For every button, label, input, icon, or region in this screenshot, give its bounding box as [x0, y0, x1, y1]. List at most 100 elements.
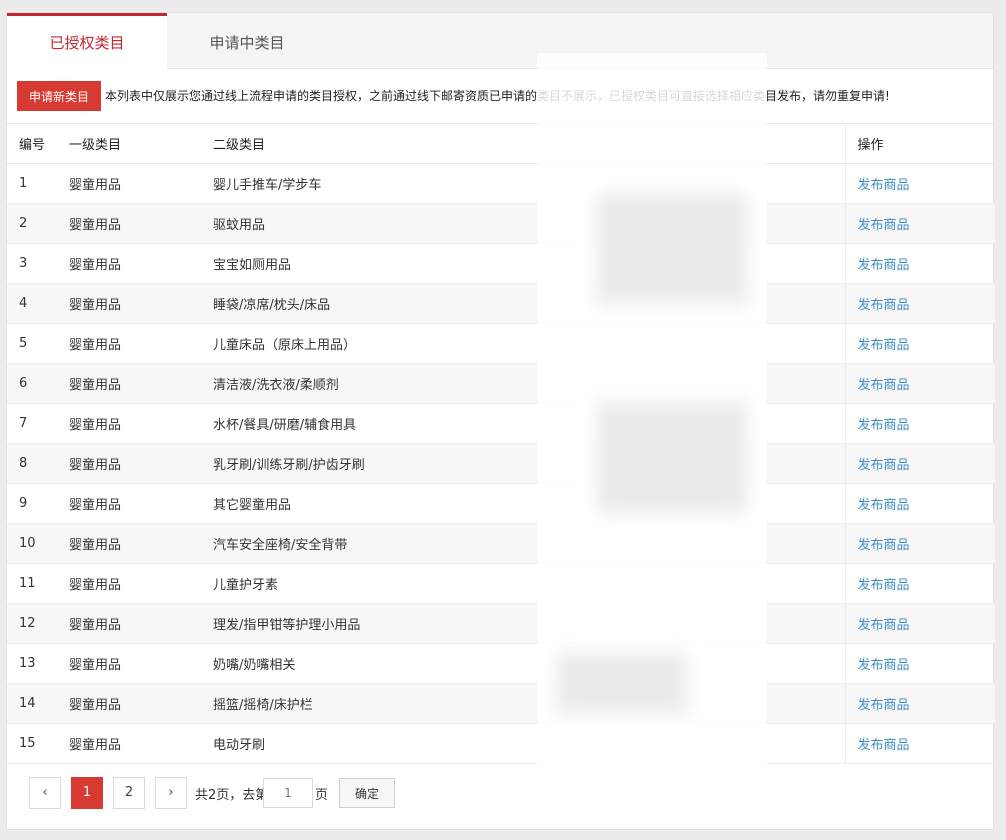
cell-level1: 婴童用品 — [69, 578, 122, 593]
table-body: 1 婴童用品 婴儿手推车/学步车 发布商品 2 婴童用品 驱蚊用品 发布商品 3 婴童用品 宝宝如厕… — [7, 163, 995, 764]
table-cell: 15 — [7, 724, 57, 764]
publish-product-link[interactable]: 发布商品 — [858, 698, 910, 713]
table-row: 8 婴童用品 乳牙刷/训练牙刷/护齿牙刷 发布商品 — [7, 443, 995, 484]
table-row: 6 婴童用品 清洁液/洗衣液/柔顺剂 发布商品 — [7, 363, 995, 404]
apply-new-category-button[interactable]: 申请新类目 — [17, 81, 101, 111]
table-cell: 婴童用品 — [57, 564, 201, 604]
table-row: 14 婴童用品 摇篮/摇椅/床护栏 发布商品 — [7, 683, 995, 724]
table-cell: 9 — [7, 484, 57, 524]
table-cell: 发布商品 — [844, 483, 995, 524]
publish-product-link[interactable]: 发布商品 — [858, 578, 910, 593]
cell-level2: 奶嘴/奶嘴相关 — [213, 658, 296, 673]
cell-level1: 婴童用品 — [69, 698, 122, 713]
tab-bar: 已授权类目 申请中类目 — [7, 13, 993, 70]
table-cell: 发布商品 — [844, 243, 995, 284]
table-cell: 婴童用品 — [57, 524, 201, 564]
header-level1: 一级类目 — [57, 123, 201, 164]
cell-level1: 婴童用品 — [69, 178, 122, 193]
table-cell: 4 — [7, 284, 57, 324]
publish-product-link[interactable]: 发布商品 — [858, 218, 910, 233]
cell-no: 2 — [19, 216, 28, 231]
publish-product-link[interactable]: 发布商品 — [858, 538, 910, 553]
publish-product-link[interactable]: 发布商品 — [858, 618, 910, 633]
header-no: 编号 — [7, 123, 57, 164]
page-button-1[interactable]: 1 — [71, 777, 103, 809]
prev-page-button[interactable]: ‹ — [29, 777, 61, 809]
publish-product-link[interactable]: 发布商品 — [858, 738, 910, 753]
table-cell: 发布商品 — [844, 163, 995, 204]
cell-level1: 婴童用品 — [69, 618, 122, 633]
cell-no: 6 — [19, 376, 28, 391]
publish-product-link[interactable]: 发布商品 — [858, 458, 910, 473]
table-row: 11 婴童用品 儿童护牙素 发布商品 — [7, 563, 995, 604]
table-cell: 婴童用品 — [57, 684, 201, 724]
publish-product-link[interactable]: 发布商品 — [858, 498, 910, 513]
table-cell: 6 — [7, 364, 57, 404]
table-cell: 婴童用品 — [57, 324, 201, 364]
table-cell: 婴童用品 — [57, 284, 201, 324]
table-cell: 2 — [7, 204, 57, 244]
cell-level1: 婴童用品 — [69, 378, 122, 393]
publish-product-link[interactable]: 发布商品 — [858, 178, 910, 193]
cell-no: 8 — [19, 456, 28, 471]
next-page-button[interactable]: › — [155, 777, 187, 809]
cell-level1: 婴童用品 — [69, 258, 122, 273]
publish-product-link[interactable]: 发布商品 — [858, 338, 910, 353]
table-cell: 5 — [7, 324, 57, 364]
cell-level2: 其它婴童用品 — [213, 498, 292, 513]
page-suffix-text: 页 — [315, 788, 329, 803]
publish-product-link[interactable]: 发布商品 — [858, 418, 910, 433]
blur-block — [597, 403, 747, 513]
table-row: 12 婴童用品 理发/指甲钳等护理小用品 发布商品 — [7, 603, 995, 644]
table-cell: 婴童用品 — [57, 604, 201, 644]
cell-level2: 清洁液/洗衣液/柔顺剂 — [213, 378, 339, 393]
total-pages-text: 共2页，去第 — [195, 788, 269, 803]
cell-level2: 摇篮/摇椅/床护栏 — [213, 698, 313, 713]
cell-no: 15 — [19, 736, 36, 751]
table-cell: 1 — [7, 164, 57, 204]
cell-level1: 婴童用品 — [69, 458, 122, 473]
tab-pending-categories[interactable]: 申请中类目 — [167, 13, 327, 69]
publish-product-link[interactable]: 发布商品 — [858, 258, 910, 273]
notice-bar: 申请新类目 本列表中仅展示您通过线上流程申请的类目授权，之前通过线下邮寄资质已申… — [17, 81, 993, 111]
cell-level2: 电动牙刷 — [213, 738, 266, 753]
table-cell: 发布商品 — [844, 323, 995, 364]
tab-authorized-categories[interactable]: 已授权类目 — [7, 13, 167, 70]
goto-page-input[interactable] — [263, 778, 313, 808]
table-cell: 婴童用品 — [57, 444, 201, 484]
table-row: 10 婴童用品 汽车安全座椅/安全背带 发布商品 — [7, 523, 995, 564]
cell-no: 11 — [19, 576, 36, 591]
goto-page-confirm-button[interactable]: 确定 — [339, 778, 395, 808]
cell-level2: 睡袋/凉席/枕头/床品 — [213, 298, 331, 313]
category-panel: 已授权类目 申请中类目 申请新类目 本列表中仅展示您通过线上流程申请的类目授权，… — [6, 12, 995, 830]
table-row: 4 婴童用品 睡袋/凉席/枕头/床品 发布商品 — [7, 283, 995, 324]
publish-product-link[interactable]: 发布商品 — [858, 378, 910, 393]
table-cell: 发布商品 — [844, 403, 995, 444]
table-cell: 11 — [7, 564, 57, 604]
cell-level2: 儿童护牙素 — [213, 578, 279, 593]
table-cell: 发布商品 — [844, 643, 995, 684]
cell-level1: 婴童用品 — [69, 218, 122, 233]
cell-level2: 宝宝如厕用品 — [213, 258, 292, 273]
cell-level2: 乳牙刷/训练牙刷/护齿牙刷 — [213, 458, 365, 473]
cell-no: 14 — [19, 696, 36, 711]
cell-no: 13 — [19, 656, 36, 671]
table-cell: 13 — [7, 644, 57, 684]
cell-no: 7 — [19, 416, 28, 431]
table-header-row: 编号 一级类目 二级类目 操作 — [7, 123, 995, 164]
publish-product-link[interactable]: 发布商品 — [858, 298, 910, 313]
table-cell: 婴童用品 — [57, 404, 201, 444]
cell-level2: 水杯/餐具/研磨/辅食用具 — [213, 418, 357, 433]
header-op: 操作 — [844, 123, 995, 164]
cell-level2: 儿童床品（原床上用品） — [213, 338, 357, 353]
page-button-2[interactable]: 2 — [113, 777, 145, 809]
table-cell: 7 — [7, 404, 57, 444]
table-cell: 婴童用品 — [57, 364, 201, 404]
table-row: 15 婴童用品 电动牙刷 发布商品 — [7, 723, 995, 764]
table-row: 7 婴童用品 水杯/餐具/研磨/辅食用具 发布商品 — [7, 403, 995, 444]
cell-level2: 理发/指甲钳等护理小用品 — [213, 618, 361, 633]
table-cell: 14 — [7, 684, 57, 724]
table-cell: 发布商品 — [844, 683, 995, 724]
table-cell: 婴童用品 — [57, 204, 201, 244]
publish-product-link[interactable]: 发布商品 — [858, 658, 910, 673]
